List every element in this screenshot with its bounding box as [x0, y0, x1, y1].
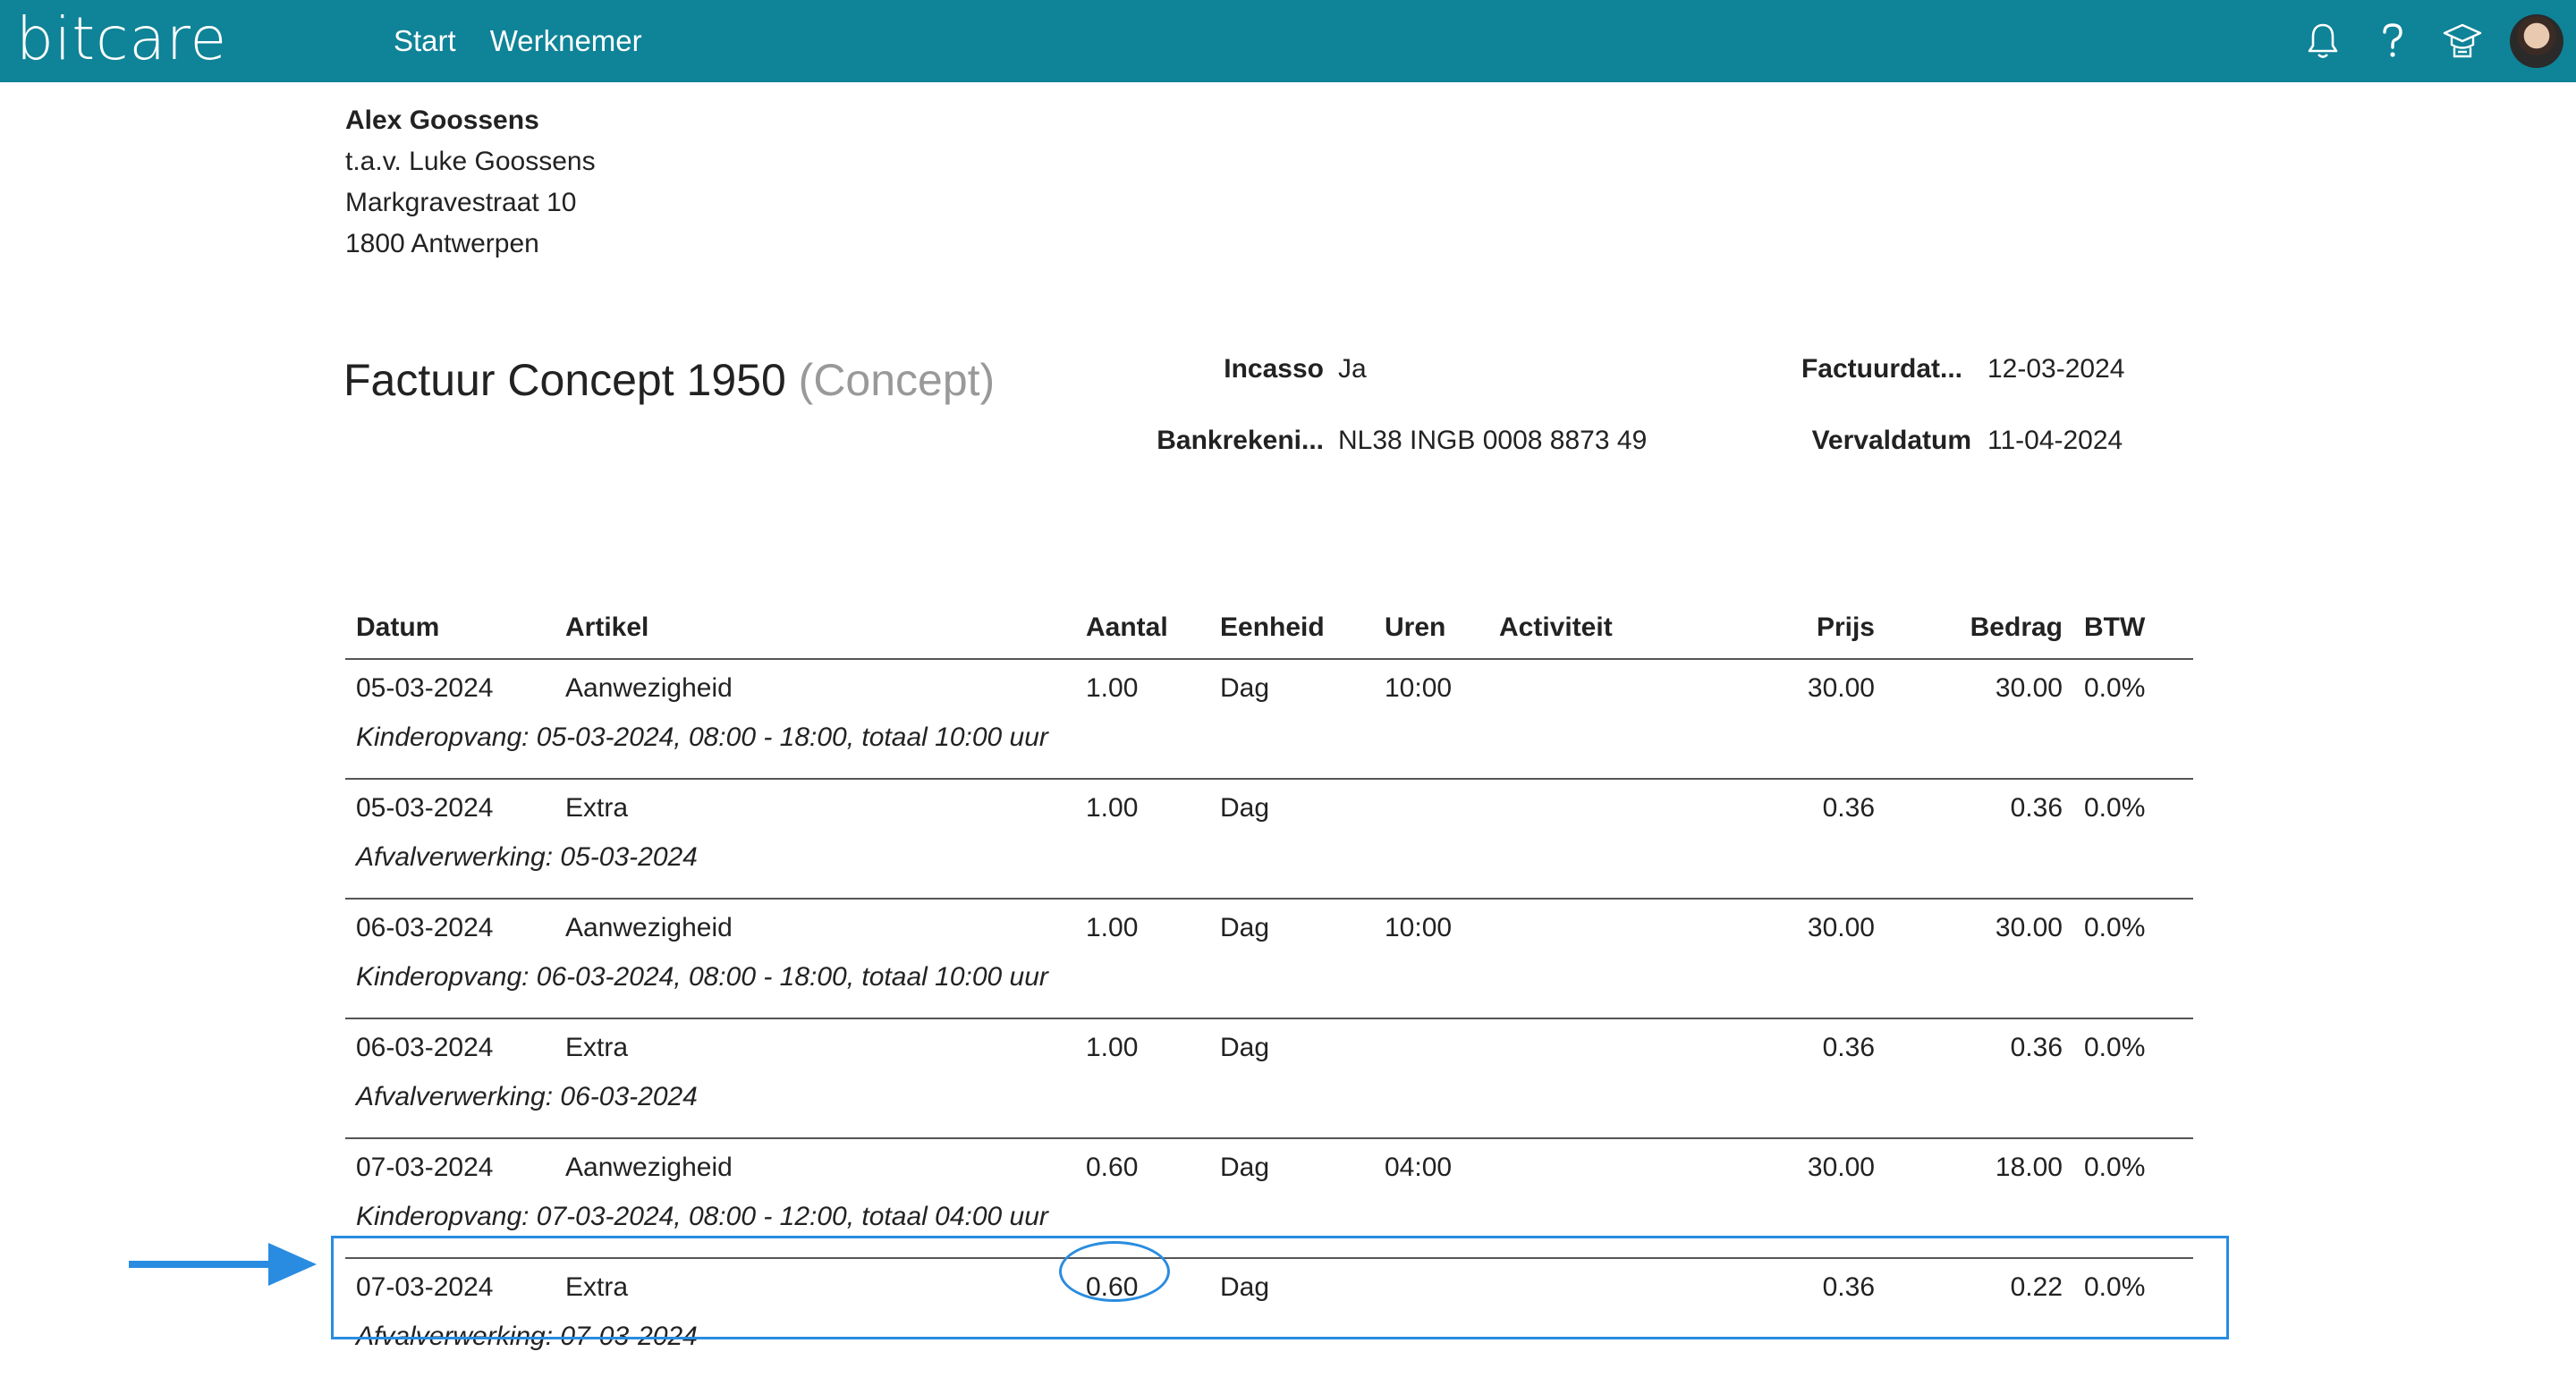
col-aantal: Aantal	[1075, 597, 1209, 660]
cell-datum: 05-03-2024	[356, 673, 494, 703]
cell-activiteit	[1488, 779, 1703, 837]
row-note: Kinderopvang: 06-03-2024, 08:00 - 18:00,…	[345, 957, 2193, 1019]
col-bedrag: Bedrag	[1885, 597, 2073, 660]
cell-aantal: 1.00	[1086, 913, 1139, 942]
bell-icon[interactable]	[2288, 0, 2358, 82]
cell-activiteit	[1488, 1138, 1703, 1196]
incasso-value: Ja	[1338, 354, 1367, 384]
top-bar: bitcare Start Werknemer	[0, 0, 2576, 82]
annotation-highlight-circle	[1059, 1241, 1170, 1302]
recipient-attn: t.a.v. Luke Goossens	[345, 147, 596, 176]
graduation-icon[interactable]	[2428, 0, 2497, 82]
recipient-name: Alex Goossens	[345, 106, 539, 135]
table-row-note: Afvalverwerking: 05-03-2024	[345, 837, 2193, 900]
cell-aantal: 0.60	[1086, 1153, 1139, 1182]
cell-bedrag: 30.00	[1995, 673, 2063, 703]
cell-btw: 0.0%	[2084, 913, 2146, 942]
cell-uren: 04:00	[1385, 1153, 1453, 1182]
cell-prijs: 30.00	[1807, 673, 1875, 703]
annotation-arrow-icon	[129, 1243, 317, 1286]
col-btw: BTW	[2073, 597, 2193, 660]
col-artikel: Artikel	[555, 597, 1075, 660]
col-prijs: Prijs	[1703, 597, 1885, 660]
recipient-address: Alex Goossens t.a.v. Luke Goossens Markg…	[345, 100, 596, 265]
table-row[interactable]: 06-03-2024 Aanwezigheid 1.00 Dag 10:00 3…	[345, 899, 2193, 957]
cell-btw: 0.0%	[2084, 673, 2146, 703]
bank-value: NL38 INGB 0008 8873 49	[1338, 426, 1648, 455]
cell-prijs: 30.00	[1807, 913, 1875, 942]
cell-datum: 07-03-2024	[356, 1153, 494, 1182]
cell-aantal: 1.00	[1086, 793, 1139, 823]
due-date-label: Vervaldatum	[1811, 426, 1971, 455]
cell-artikel: Aanwezigheid	[565, 673, 733, 703]
table-row[interactable]: 05-03-2024 Extra 1.00 Dag 0.36 0.36 0.0%	[345, 779, 2193, 837]
cell-activiteit	[1488, 899, 1703, 957]
table-row-note: Kinderopvang: 06-03-2024, 08:00 - 18:00,…	[345, 957, 2193, 1019]
table-row[interactable]: 06-03-2024 Extra 1.00 Dag 0.36 0.36 0.0%	[345, 1018, 2193, 1077]
col-activiteit: Activiteit	[1488, 597, 1703, 660]
invoice-title-text: Factuur Concept 1950	[343, 355, 786, 405]
nav-werknemer[interactable]: Werknemer	[490, 24, 642, 58]
avatar[interactable]	[2510, 14, 2563, 68]
help-icon[interactable]	[2358, 0, 2428, 82]
cell-activiteit	[1488, 1018, 1703, 1077]
cell-eenheid: Dag	[1220, 1033, 1270, 1062]
recipient-street: Markgravestraat 10	[345, 188, 577, 217]
row-note: Afvalverwerking: 06-03-2024	[345, 1077, 2193, 1139]
recipient-city: 1800 Antwerpen	[345, 229, 539, 258]
col-datum: Datum	[345, 597, 555, 660]
col-eenheid: Eenheid	[1209, 597, 1374, 660]
cell-activiteit	[1488, 659, 1703, 717]
table-row[interactable]: 05-03-2024 Aanwezigheid 1.00 Dag 10:00 3…	[345, 659, 2193, 717]
cell-bedrag: 18.00	[1995, 1153, 2063, 1182]
cell-bedrag: 30.00	[1995, 913, 2063, 942]
annotation-highlight-box	[331, 1236, 2229, 1339]
cell-prijs: 0.36	[1822, 1033, 1875, 1062]
cell-artikel: Extra	[565, 1033, 629, 1062]
header-icons	[2288, 0, 2576, 82]
col-uren: Uren	[1374, 597, 1488, 660]
cell-datum: 05-03-2024	[356, 793, 494, 823]
table-row[interactable]: 07-03-2024 Aanwezigheid 0.60 Dag 04:00 3…	[345, 1138, 2193, 1196]
nav-start[interactable]: Start	[394, 24, 456, 58]
bitcare-logo[interactable]: bitcare	[16, 4, 227, 75]
cell-uren: 10:00	[1385, 673, 1453, 703]
cell-eenheid: Dag	[1220, 793, 1270, 823]
cell-prijs: 0.36	[1822, 793, 1875, 823]
cell-btw: 0.0%	[2084, 1153, 2146, 1182]
cell-bedrag: 0.36	[2010, 1033, 2063, 1062]
row-note: Kinderopvang: 05-03-2024, 08:00 - 18:00,…	[345, 717, 2193, 780]
cell-artikel: Aanwezigheid	[565, 1153, 733, 1182]
table-row-note: Kinderopvang: 05-03-2024, 08:00 - 18:00,…	[345, 717, 2193, 780]
cell-artikel: Extra	[565, 793, 629, 823]
incasso-label: Incasso	[1224, 354, 1324, 384]
cell-btw: 0.0%	[2084, 793, 2146, 823]
cell-uren	[1374, 1018, 1488, 1077]
cell-artikel: Aanwezigheid	[565, 913, 733, 942]
invoice-status: (Concept)	[798, 355, 996, 405]
cell-prijs: 30.00	[1807, 1153, 1875, 1182]
cell-eenheid: Dag	[1220, 673, 1270, 703]
bank-label: Bankrekeni...	[1157, 426, 1324, 455]
table-header: Datum Artikel Aantal Eenheid Uren Activi…	[345, 597, 2193, 660]
cell-uren: 10:00	[1385, 913, 1453, 942]
cell-datum: 06-03-2024	[356, 913, 494, 942]
cell-uren	[1374, 779, 1488, 837]
cell-aantal: 1.00	[1086, 673, 1139, 703]
invoice-title: Factuur Concept 1950 (Concept)	[343, 354, 995, 406]
cell-eenheid: Dag	[1220, 913, 1270, 942]
cell-aantal: 1.00	[1086, 1033, 1139, 1062]
cell-bedrag: 0.36	[2010, 793, 2063, 823]
main-nav: Start Werknemer	[394, 0, 642, 82]
cell-btw: 0.0%	[2084, 1033, 2146, 1062]
invoice-date-value: 12-03-2024	[1987, 354, 2125, 384]
cell-eenheid: Dag	[1220, 1153, 1270, 1182]
invoice-date-label: Factuurdat...	[1801, 354, 1962, 384]
row-note: Afvalverwerking: 05-03-2024	[345, 837, 2193, 900]
cell-datum: 06-03-2024	[356, 1033, 494, 1062]
table-row-note: Afvalverwerking: 06-03-2024	[345, 1077, 2193, 1139]
due-date-value: 11-04-2024	[1987, 426, 2123, 455]
